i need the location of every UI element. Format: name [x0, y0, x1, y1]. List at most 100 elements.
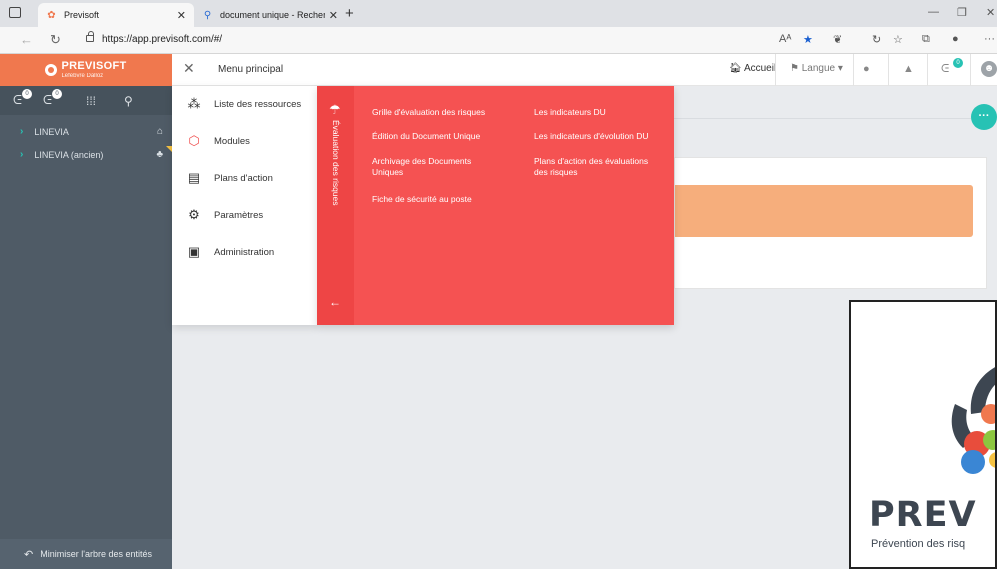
menu-item-resources[interactable]: ⁂ Liste des ressources [172, 92, 317, 116]
back-arrow-icon[interactable]: ← [329, 295, 341, 309]
menu-item-label: Paramètres [214, 209, 264, 221]
search-favicon-icon: ⚲ [203, 9, 212, 21]
logo-icon [45, 64, 58, 76]
previsoft-emblem-icon [951, 367, 995, 474]
submenu-section-label: Évaluation des risques [331, 120, 341, 206]
tab-title: document unique - Recherche [220, 10, 325, 20]
tab-actions-icon[interactable] [9, 7, 21, 18]
close-tab-icon[interactable]: ✕ [177, 9, 186, 22]
close-menu-icon[interactable]: ✕ [183, 60, 195, 77]
menu-item-label: Liste des ressources [214, 98, 302, 110]
refresh-icon[interactable]: ↻ [50, 32, 61, 48]
minimize-icon: ↶ [24, 548, 34, 561]
graduation-cap-icon[interactable]: ▲ [903, 63, 914, 75]
divider [888, 54, 889, 86]
more-actions-button[interactable]: ··· [971, 104, 997, 130]
tree-item-linevia[interactable]: › LINEVIA ⌂ [0, 120, 172, 143]
divider [970, 54, 971, 86]
submenu-link-risk-grid[interactable]: Grille d'évaluation des risques [372, 107, 492, 118]
collections-icon[interactable]: ⧉ [922, 33, 930, 46]
link-tool-icon[interactable]: ᕮ0 [13, 89, 43, 108]
restore-icon[interactable]: ❐ [957, 6, 967, 19]
divider [674, 118, 971, 119]
divider [775, 54, 776, 86]
read-aloud-icon[interactable]: Aᴬ [779, 33, 791, 45]
tree-item-label: LINEVIA (ancien) [34, 149, 104, 160]
home-icon: 🏠︎ [729, 63, 742, 74]
favorite-star-icon[interactable]: ★ [803, 33, 813, 46]
close-window-icon[interactable]: ✕ [986, 6, 995, 19]
submenu-section-strip: ☂ Évaluation des risques ← [317, 86, 354, 325]
favorites-icon[interactable]: ☆ [893, 33, 903, 46]
notifications-icon[interactable]: ᕮ [941, 63, 949, 76]
entity-sidebar: ᕮ0 ᕮ0 ⁞⁞⁞ ⚲ › LINEVIA ⌂ › LINEVIA (ancie… [0, 86, 172, 569]
tab-previsoft[interactable]: ✿ Previsoft ✕ [38, 3, 194, 27]
gear-icon: ⚙ [188, 207, 200, 222]
submenu-link-risk-action-plans[interactable]: Plans d'action des évaluations des risqu… [534, 156, 664, 178]
submenu-link-safety-sheet[interactable]: Fiche de sécurité au poste [372, 194, 492, 205]
menu-item-administration[interactable]: ▣ Administration [172, 240, 317, 264]
user-avatar-icon[interactable]: ☻ [981, 61, 997, 77]
more-icon[interactable]: ··· [984, 33, 995, 45]
home-label: Accueil [743, 63, 777, 74]
promo-brand: PREV [869, 495, 977, 535]
grid-view-icon[interactable]: ⁞⁞⁞ [86, 94, 116, 108]
home-link[interactable]: 🏠︎ Accueil [729, 63, 776, 74]
grid-icon: ⁂ [187, 96, 201, 111]
tree-item-linevia-ancien[interactable]: › LINEVIA (ancien) ♣ [0, 143, 172, 166]
submenu-link-edit-du[interactable]: Édition du Document Unique [372, 131, 492, 142]
briefcase-icon: ▣ [187, 244, 201, 259]
group-icon: ♣ [156, 149, 163, 160]
tab-search[interactable]: ⚲ document unique - Recherche ✕ [196, 3, 344, 27]
lock-icon [86, 31, 94, 42]
tool-badge: 0 [22, 89, 32, 99]
modules-submenu: ☂ Évaluation des risques ← Grille d'éval… [317, 86, 674, 325]
submenu-link-du-evolution[interactable]: Les indicateurs d'évolution DU [534, 131, 664, 142]
url-field[interactable]: https://app.previsoft.com/#/ [102, 34, 222, 45]
flag-icon: ⚑ [790, 63, 799, 74]
menu-item-label: Administration [214, 246, 275, 258]
chevron-right-icon[interactable]: › [20, 126, 23, 137]
submenu-link-archive-du[interactable]: Archivage des Documents Uniques [372, 156, 484, 178]
refresh-extension-icon[interactable]: ↻ [872, 33, 881, 46]
back-icon[interactable]: ← [20, 32, 33, 47]
language-label: Langue [801, 63, 836, 74]
minimize-icon[interactable]: — [928, 6, 939, 18]
dashboard-card [674, 157, 987, 289]
gauge-icon: ☂ [329, 102, 341, 117]
submenu-link-du-indicators[interactable]: Les indicateurs DU [534, 107, 654, 118]
clipboard-icon: ▤ [187, 170, 201, 185]
app-header: PREVISOFT Lefebvre Dalloz ✕ Menu princip… [0, 54, 997, 86]
tab-title: Previsoft [64, 10, 100, 20]
minimize-tree-label: Minimiser l'arbre des entités [40, 549, 152, 559]
notification-badge: 0 [953, 58, 963, 68]
new-tab-button[interactable]: + [345, 5, 354, 22]
logo-subtitle: Lefebvre Dalloz [61, 73, 104, 79]
extension-icon[interactable]: ❦ [833, 33, 842, 46]
menu-title: Menu principal [218, 64, 284, 75]
chevron-right-icon[interactable]: › [20, 149, 23, 160]
profile-icon[interactable]: ● [952, 33, 959, 45]
menu-item-settings[interactable]: ⚙ Paramètres [172, 203, 317, 227]
menu-item-label: Modules [214, 135, 250, 147]
minimize-tree-button[interactable]: ↶ Minimiser l'arbre des entités [0, 539, 172, 569]
search-icon[interactable]: ⚲ [124, 94, 154, 108]
menu-item-modules[interactable]: ⬡ Modules [172, 129, 317, 153]
cube-icon: ⬡ [188, 133, 200, 148]
close-tab-icon[interactable]: ✕ [329, 9, 338, 22]
tool-badge: 0 [52, 89, 62, 99]
building-icon: ⌂ [156, 126, 163, 137]
link-tool-icon[interactable]: ᕮ0 [43, 89, 73, 108]
main-menu: ⁂ Liste des ressources ⬡ Modules ▤ Plans… [172, 86, 317, 325]
tree-item-label: LINEVIA [34, 126, 69, 137]
language-dropdown[interactable]: ⚑ Langue ▾ [790, 63, 843, 74]
logo-brand: PREVISOFT [61, 60, 127, 72]
menu-item-action-plans[interactable]: ▤ Plans d'action [172, 166, 317, 190]
chat-icon[interactable]: ● [863, 63, 870, 75]
address-bar: ← ↻ https://app.previsoft.com/#/ Aᴬ ★ ❦ … [0, 27, 997, 54]
promo-image: PREV Prévention des risq [849, 300, 997, 569]
divider [853, 54, 854, 86]
previsoft-logo[interactable]: PREVISOFT Lefebvre Dalloz [0, 54, 172, 86]
menu-item-label: Plans d'action [214, 172, 273, 184]
divider [927, 54, 928, 86]
